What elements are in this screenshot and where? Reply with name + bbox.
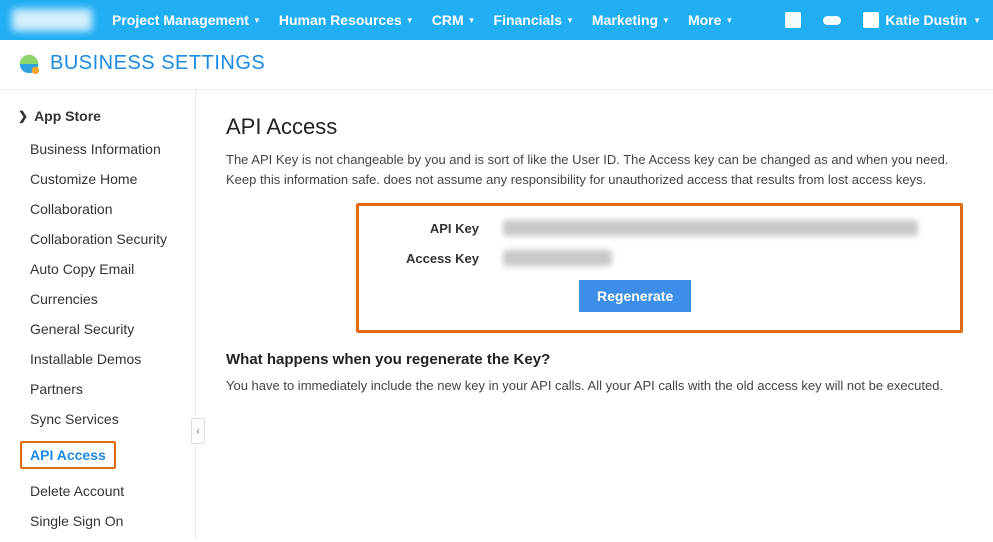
regenerate-subheading: What happens when you regenerate the Key… xyxy=(226,351,963,368)
chevron-down-icon: ▼ xyxy=(725,16,733,25)
top-nav-bar: Project Management ▼ Human Resources ▼ CRM… xyxy=(0,0,993,40)
sidebar-item-label: API Access xyxy=(30,447,106,463)
chevron-right-icon: ❯ xyxy=(18,109,28,123)
nav-label: CRM xyxy=(432,12,464,28)
chevron-down-icon: ▼ xyxy=(253,16,261,25)
api-key-value xyxy=(503,220,940,236)
sidebar-item-general-security[interactable]: General Security xyxy=(0,314,195,344)
redacted-value xyxy=(503,220,918,236)
access-key-value xyxy=(503,250,940,266)
sidebar-collapse-handle[interactable]: ‹ xyxy=(191,418,205,444)
api-key-label: API Key xyxy=(379,221,479,236)
brand-logo[interactable] xyxy=(12,9,92,31)
sidebar-item-collaboration-security[interactable]: Collaboration Security xyxy=(0,224,195,254)
sidebar-item-label: Delete Account xyxy=(30,483,124,499)
sidebar-item-label: Installable Demos xyxy=(30,351,141,367)
nav-more[interactable]: More ▼ xyxy=(688,12,733,28)
sidebar-item-label: General Security xyxy=(30,321,134,337)
nav-label: Financials xyxy=(494,12,562,28)
sidebar-item-label: Currencies xyxy=(30,291,98,307)
settings-sidebar: ❯ App Store Business Information Customi… xyxy=(0,90,196,539)
chevron-down-icon: ▼ xyxy=(406,16,414,25)
nav-label: More xyxy=(688,12,721,28)
sidebar-item-auto-copy-email[interactable]: Auto Copy Email xyxy=(0,254,195,284)
redacted-value xyxy=(503,250,612,266)
chevron-down-icon: ▼ xyxy=(662,16,670,25)
sidebar-item-business-information[interactable]: Business Information xyxy=(0,134,195,164)
globe-icon xyxy=(18,53,40,75)
avatar-icon xyxy=(863,12,879,28)
sidebar-list: Business Information Customize Home Coll… xyxy=(0,134,195,536)
sidebar-item-sync-services[interactable]: Sync Services xyxy=(0,404,195,434)
main-content: API Access The API Key is not changeable… xyxy=(196,90,993,539)
api-keys-highlight-box: API Key Access Key Regenerate xyxy=(356,203,963,333)
sidebar-item-api-access[interactable]: API Access xyxy=(0,434,195,476)
nav-financials[interactable]: Financials ▼ xyxy=(494,12,574,28)
sidebar-item-single-sign-on[interactable]: Single Sign On xyxy=(0,506,195,536)
sidebar-item-label: Collaboration xyxy=(30,201,113,217)
nav-label: Marketing xyxy=(592,12,658,28)
store-icon[interactable] xyxy=(785,12,801,28)
apps-icon[interactable] xyxy=(823,16,841,25)
sidebar-item-currencies[interactable]: Currencies xyxy=(0,284,195,314)
sidebar-item-label: Sync Services xyxy=(30,411,119,427)
nav-crm[interactable]: CRM ▼ xyxy=(432,12,476,28)
nav-marketing[interactable]: Marketing ▼ xyxy=(592,12,670,28)
regenerate-button[interactable]: Regenerate xyxy=(579,280,691,312)
sidebar-item-label: Customize Home xyxy=(30,171,137,187)
sidebar-header-label: App Store xyxy=(34,108,101,124)
nav-human-resources[interactable]: Human Resources ▼ xyxy=(279,12,414,28)
sidebar-item-installable-demos[interactable]: Installable Demos xyxy=(0,344,195,374)
body-split: ❯ App Store Business Information Customi… xyxy=(0,89,993,539)
nav-label: Human Resources xyxy=(279,12,402,28)
sidebar-item-collaboration[interactable]: Collaboration xyxy=(0,194,195,224)
page-title: BUSINESS SETTINGS xyxy=(50,52,265,75)
chevron-down-icon: ▼ xyxy=(468,16,476,25)
chevron-left-icon: ‹ xyxy=(196,426,199,437)
access-key-row: Access Key xyxy=(379,250,940,266)
highlight-box: API Access xyxy=(20,441,116,469)
user-name-label: Katie Dustin xyxy=(885,12,967,28)
top-nav-right: Katie Dustin ▼ xyxy=(785,12,981,28)
sidebar-item-label: Business Information xyxy=(30,141,161,157)
top-nav-items: Project Management ▼ Human Resources ▼ CRM… xyxy=(112,12,733,28)
user-menu[interactable]: Katie Dustin ▼ xyxy=(863,12,981,28)
sidebar-item-customize-home[interactable]: Customize Home xyxy=(0,164,195,194)
sidebar-item-delete-account[interactable]: Delete Account xyxy=(0,476,195,506)
main-heading: API Access xyxy=(226,114,963,140)
nav-project-management[interactable]: Project Management ▼ xyxy=(112,12,261,28)
sidebar-item-label: Collaboration Security xyxy=(30,231,167,247)
regenerate-row: Regenerate xyxy=(579,280,940,312)
chevron-down-icon: ▼ xyxy=(973,16,981,25)
sidebar-item-partners[interactable]: Partners xyxy=(0,374,195,404)
sidebar-item-label: Partners xyxy=(30,381,83,397)
chevron-down-icon: ▼ xyxy=(566,16,574,25)
access-key-label: Access Key xyxy=(379,251,479,266)
sidebar-item-label: Single Sign On xyxy=(30,513,123,529)
regenerate-description: You have to immediately include the new … xyxy=(226,376,963,396)
nav-label: Project Management xyxy=(112,12,249,28)
main-description: The API Key is not changeable by you and… xyxy=(226,150,963,189)
sidebar-header-appstore[interactable]: ❯ App Store xyxy=(0,104,195,134)
page-title-row: BUSINESS SETTINGS xyxy=(0,40,993,89)
api-key-row: API Key xyxy=(379,220,940,236)
sidebar-item-label: Auto Copy Email xyxy=(30,261,134,277)
